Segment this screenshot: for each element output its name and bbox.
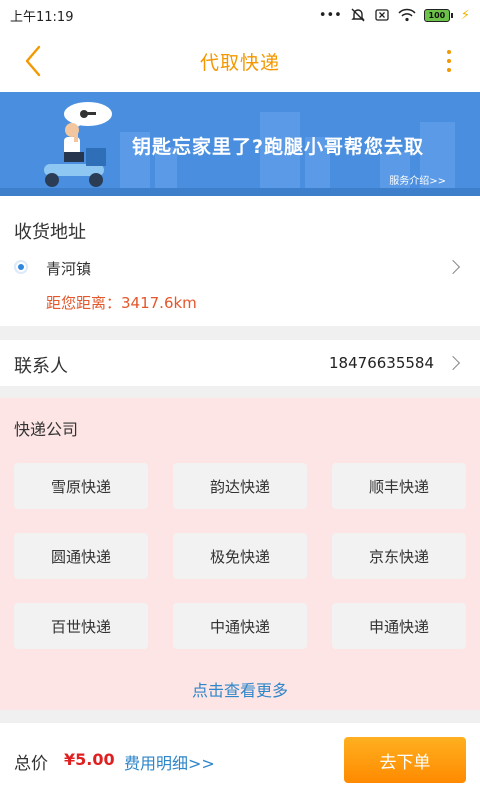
bottom-bar: 总价 ¥5.00 费用明细>> 去下单 <box>0 722 480 800</box>
back-button[interactable] <box>18 44 48 78</box>
express-section-title: 快递公司 <box>14 420 79 439</box>
more-dots-icon: ••• <box>318 7 342 23</box>
express-company-section: 快递公司 雪原快递 韵达快递 顺丰快递 圆通快递 极免快递 京东快递 百世快递 … <box>0 398 480 710</box>
location-dot-icon <box>14 260 28 274</box>
company-option[interactable]: 百世快递 <box>14 603 148 649</box>
total-label: 总价 <box>14 754 48 774</box>
company-option[interactable]: 雪原快递 <box>14 463 148 509</box>
company-option[interactable]: 申通快递 <box>332 603 466 649</box>
sim-x-icon <box>375 9 389 21</box>
chevron-left-icon <box>25 45 41 77</box>
chevron-right-icon <box>445 259 461 275</box>
company-option[interactable]: 极免快递 <box>173 533 307 579</box>
contact-label: 联系人 <box>14 356 68 377</box>
more-menu-button[interactable] <box>442 44 456 78</box>
service-intro-link[interactable]: 服务介绍>> <box>389 172 446 187</box>
status-icons: ••• 100 ⚡ <box>319 7 470 23</box>
address-row[interactable]: 青河镇 <box>0 250 480 284</box>
section-divider <box>0 386 480 398</box>
more-vertical-icon <box>447 50 451 54</box>
company-option[interactable]: 韵达快递 <box>173 463 307 509</box>
battery-icon: 100 <box>423 8 453 22</box>
company-option[interactable]: 顺丰快递 <box>332 463 466 509</box>
show-more-link[interactable]: 点击查看更多 <box>0 677 480 701</box>
contact-phone: 18476635584 <box>329 354 434 372</box>
status-time: 上午11:19 <box>10 9 74 25</box>
section-divider <box>0 326 480 340</box>
status-bar: 上午11:19 ••• 100 ⚡ <box>0 0 480 30</box>
company-option[interactable]: 圆通快递 <box>14 533 148 579</box>
battery-level: 100 <box>423 8 450 22</box>
distance-text: 距您距离：3417.6km <box>46 294 197 312</box>
charging-icon: ⚡ <box>460 7 470 23</box>
total-price: ¥5.00 <box>64 750 115 769</box>
chevron-right-icon <box>445 355 461 371</box>
page-title: 代取快递 <box>199 51 280 74</box>
banner-slogan: 钥匙忘家里了?跑腿小哥帮您去取 <box>132 136 425 158</box>
company-option[interactable]: 中通快递 <box>173 603 307 649</box>
company-option[interactable]: 京东快递 <box>332 533 466 579</box>
address-name: 青河镇 <box>46 260 92 278</box>
address-section-label: 收货地址 <box>14 222 86 243</box>
section-divider <box>0 710 480 722</box>
mute-icon <box>351 8 365 22</box>
place-order-button[interactable]: 去下单 <box>344 737 466 783</box>
app-header: 代取快递 <box>0 30 480 92</box>
wifi-icon <box>398 8 416 22</box>
promo-banner[interactable]: 钥匙忘家里了?跑腿小哥帮您去取 服务介绍>> <box>0 92 480 196</box>
contact-row[interactable]: 联系人 18476635584 <box>0 340 480 386</box>
fee-detail-link[interactable]: 费用明细>> <box>124 750 215 774</box>
